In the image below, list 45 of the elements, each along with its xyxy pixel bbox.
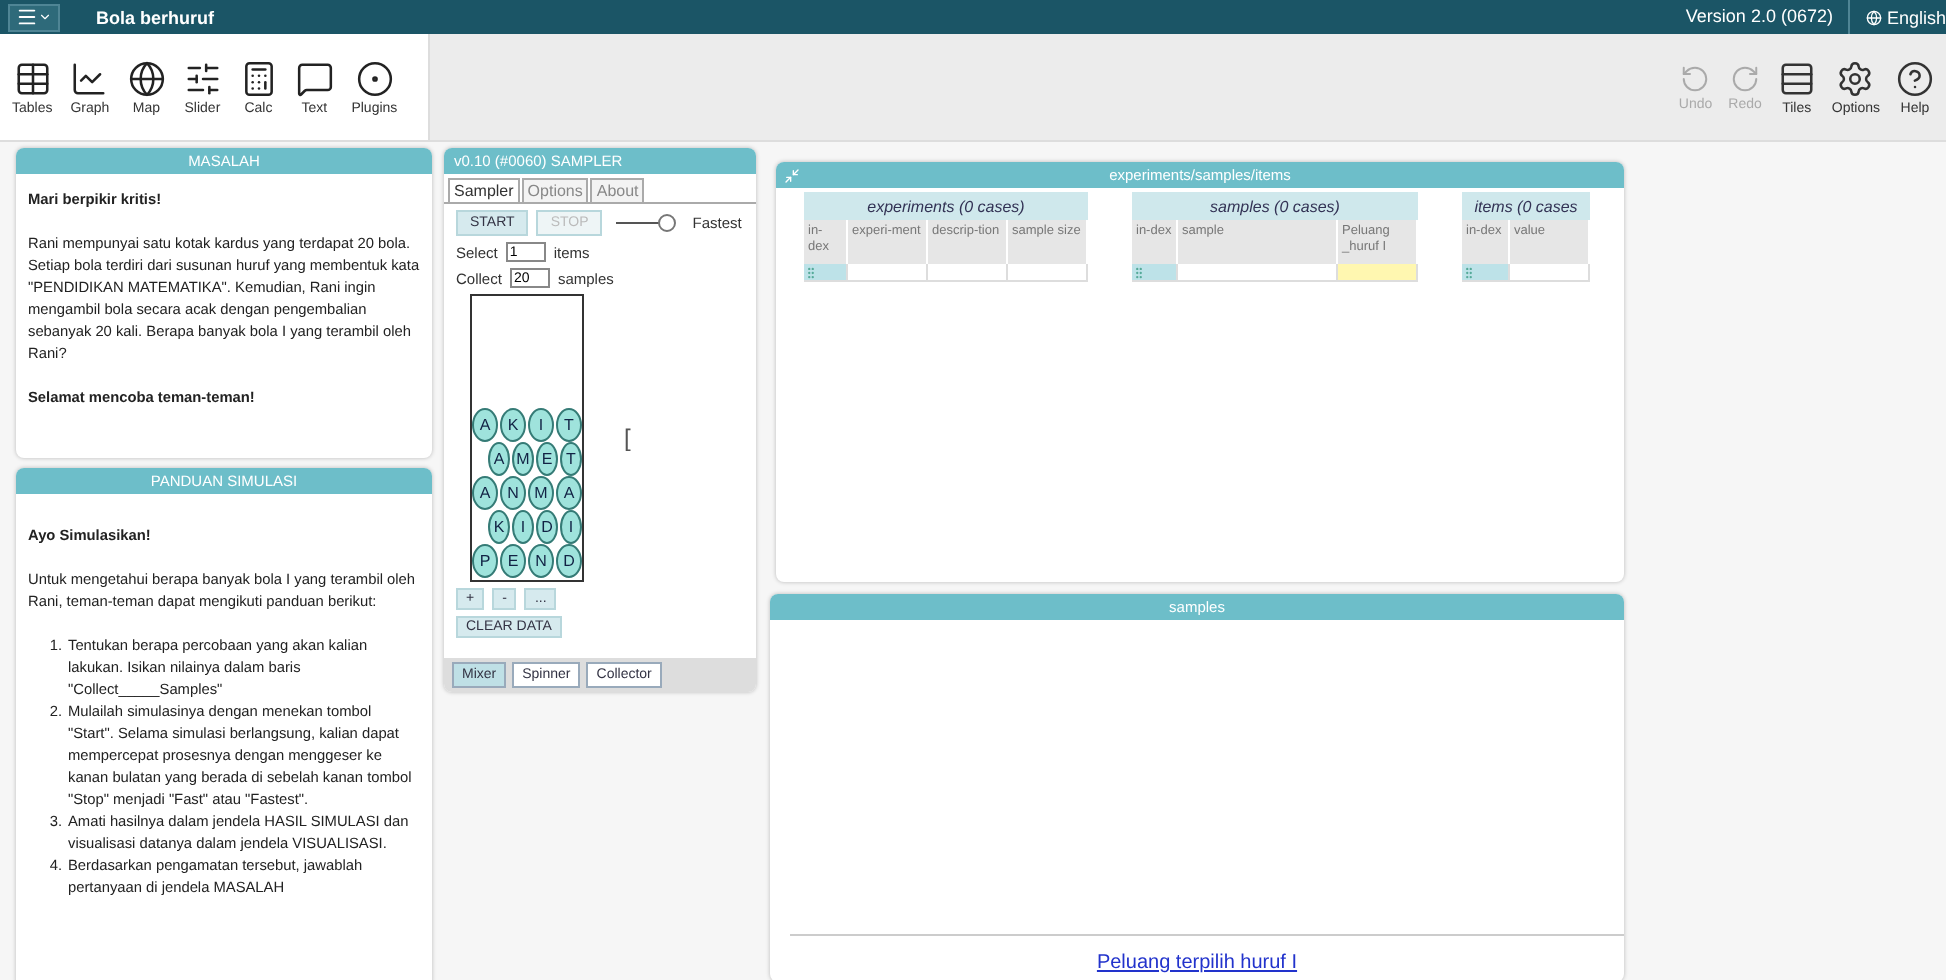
letter-ball[interactable]: E: [536, 442, 558, 476]
collection-title: samples (0 cases): [1132, 192, 1418, 220]
tab[interactable]: Sampler: [448, 178, 520, 202]
letter-ball[interactable]: T: [560, 442, 582, 476]
help-icon: [1896, 59, 1934, 97]
menu-button[interactable]: [8, 3, 60, 31]
letter-ball[interactable]: A: [472, 408, 498, 442]
redo-icon: [1730, 63, 1760, 93]
undo-icon: [1680, 63, 1711, 93]
calculator-icon: [239, 59, 278, 97]
letter-ball[interactable]: T: [556, 408, 582, 442]
speech-bubble-icon: [295, 59, 334, 97]
letter-ball[interactable]: N: [528, 544, 554, 578]
collection-title: experiments (0 cases): [804, 192, 1088, 220]
document-title: Bola berhuruf: [96, 7, 215, 27]
globe-icon: [1866, 9, 1883, 25]
menu-icon: [16, 6, 38, 28]
globe-icon: [127, 59, 166, 97]
letter-ball[interactable]: I: [528, 408, 554, 442]
letter-ball[interactable]: D: [556, 544, 582, 578]
slider-icon: [183, 59, 222, 97]
letter-ball[interactable]: K: [488, 510, 510, 544]
letter-ball[interactable]: A: [472, 476, 498, 510]
bracket-text: [: [624, 424, 631, 452]
collection-title: items (0 cases: [1462, 192, 1590, 220]
target-icon: [355, 59, 394, 97]
caret-icon: [38, 10, 52, 24]
collapse-icon[interactable]: [784, 167, 800, 183]
letter-ball[interactable]: A: [488, 442, 510, 476]
line-chart-icon: [70, 59, 109, 97]
tiles-icon: [1777, 59, 1816, 97]
letter-ball[interactable]: M: [512, 442, 534, 476]
letter-ball[interactable]: E: [500, 544, 526, 578]
settings-icon: [1836, 59, 1875, 97]
language-menu[interactable]: English: [1850, 7, 1946, 27]
letter-ball[interactable]: I: [512, 510, 534, 544]
letter-ball[interactable]: A: [556, 476, 582, 510]
letter-ball[interactable]: N: [500, 476, 526, 510]
letter-ball[interactable]: I: [560, 510, 582, 544]
axis-link[interactable]: Peluang terpilih huruf I: [1096, 952, 1298, 974]
letter-ball[interactable]: K: [500, 408, 526, 442]
table-icon: [13, 59, 52, 97]
letter-ball[interactable]: D: [536, 510, 558, 544]
letter-ball[interactable]: M: [528, 476, 554, 510]
letter-ball[interactable]: P: [472, 544, 498, 578]
